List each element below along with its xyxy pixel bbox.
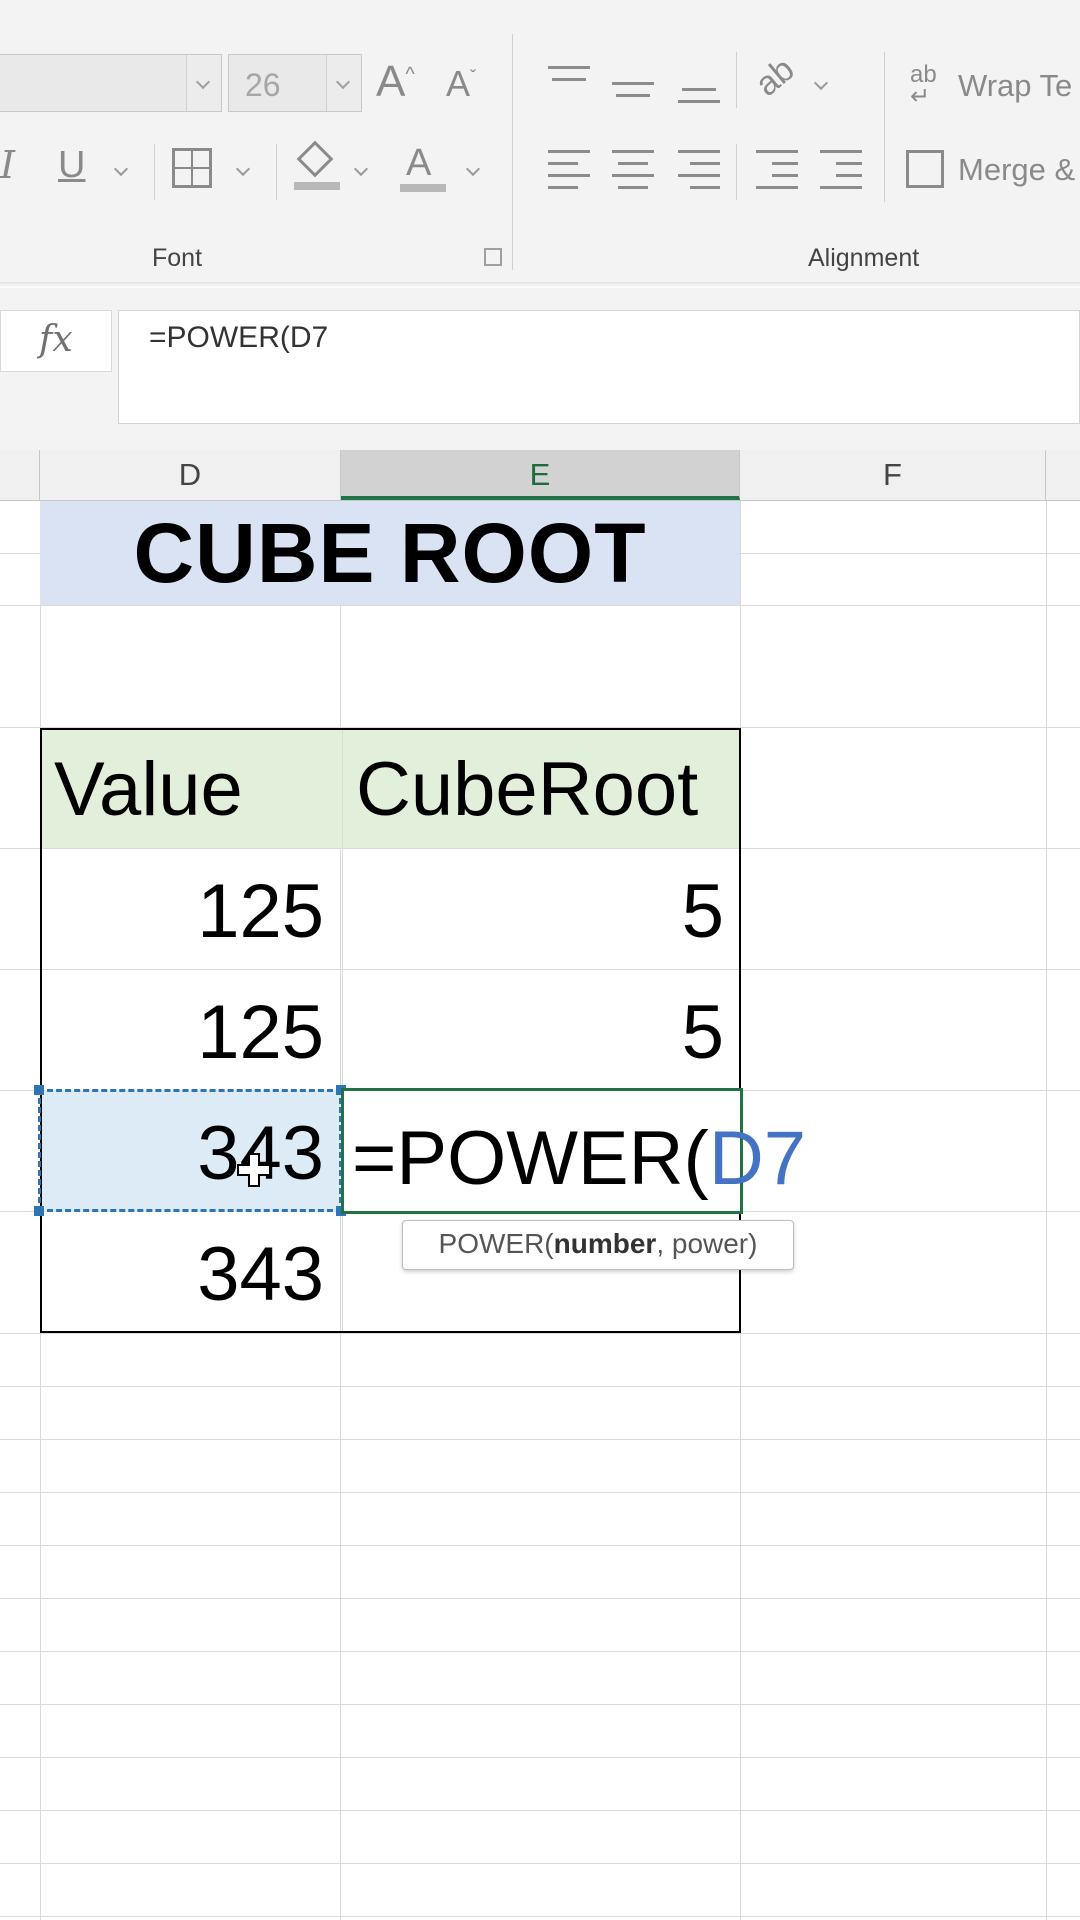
merge-center-icon[interactable] [906, 150, 944, 188]
font-group-label: Font [152, 244, 203, 272]
font-size-combo[interactable]: 26 [228, 54, 362, 112]
decrease-font-size-icon[interactable]: Aˇ [446, 66, 476, 102]
fx-icon: fx [39, 319, 73, 360]
divider [154, 144, 155, 200]
insert-function-button[interactable]: fx [0, 310, 112, 372]
column-header-d[interactable]: D [40, 450, 341, 500]
tooltip-function: POWER( [438, 1228, 554, 1259]
column-header-f[interactable]: F [740, 450, 1046, 500]
column-header-c[interactable] [0, 450, 40, 500]
chevron-down-icon[interactable] [813, 75, 829, 91]
font-dialog-launcher-icon[interactable] [484, 248, 502, 266]
resize-handle[interactable] [34, 1085, 44, 1095]
wrap-text-button[interactable]: Wrap Te [958, 68, 1072, 104]
chevron-down-icon[interactable] [465, 161, 481, 177]
divider [884, 52, 885, 202]
top-align-icon[interactable] [548, 66, 590, 102]
font-name-combo[interactable] [0, 54, 222, 112]
tooltip-current-arg[interactable]: number [554, 1228, 657, 1259]
formula-text: =POWER(D7 [149, 321, 329, 354]
chevron-down-icon[interactable] [235, 161, 251, 177]
resize-handle[interactable] [34, 1206, 44, 1216]
ribbon: 26 A^ Aˇ I U A Font ab ab ↵ Wrap Te Merge… [0, 0, 1080, 283]
alignment-group-label: Alignment [808, 244, 920, 272]
font-size-value: 26 [245, 67, 281, 103]
increase-indent-icon[interactable] [820, 150, 862, 198]
formula-input[interactable]: =POWER(D7 [118, 310, 1080, 424]
chevron-down-icon[interactable] [113, 161, 129, 177]
column-headers: D E F [0, 450, 1080, 501]
edit-reference-text: D7 [708, 1116, 806, 1201]
decrease-indent-icon[interactable] [756, 150, 798, 198]
underline-icon[interactable]: U [58, 146, 85, 184]
cell-edit-text[interactable]: =POWER(D7 [352, 1115, 806, 1202]
align-left-icon[interactable] [548, 150, 590, 198]
cross-cursor-icon [237, 1153, 271, 1187]
wrap-text-icon[interactable]: ab ↵ [910, 63, 937, 109]
edit-function-text: =POWER( [352, 1116, 709, 1201]
reference-marquee [34, 1085, 346, 1216]
tooltip-rest: , power) [656, 1228, 758, 1259]
align-right-icon[interactable] [678, 150, 720, 198]
title-cell[interactable]: CUBE ROOT [40, 501, 740, 605]
italic-icon[interactable]: I [0, 146, 15, 184]
bottom-align-icon[interactable] [678, 76, 720, 112]
borders-icon[interactable] [172, 148, 212, 188]
orientation-icon[interactable]: ab [748, 50, 801, 103]
column-header-e[interactable]: E [341, 450, 740, 500]
align-center-icon[interactable] [612, 150, 654, 198]
fill-color-icon[interactable] [294, 140, 340, 192]
group-divider [512, 34, 513, 270]
divider [736, 52, 737, 108]
middle-align-icon[interactable] [612, 70, 654, 106]
chevron-down-icon[interactable] [353, 161, 369, 177]
sheet-title: CUBE ROOT [133, 506, 647, 600]
function-tooltip[interactable]: POWER(number, power) [402, 1220, 794, 1270]
chevron-down-icon[interactable] [186, 55, 221, 111]
divider [736, 144, 737, 200]
column-header-g[interactable] [1046, 450, 1080, 500]
increase-font-size-icon[interactable]: A^ [376, 60, 415, 104]
merge-center-button[interactable]: Merge & [958, 152, 1075, 188]
chevron-down-icon[interactable] [326, 55, 361, 111]
font-color-icon[interactable]: A [400, 142, 446, 194]
divider [276, 144, 277, 200]
